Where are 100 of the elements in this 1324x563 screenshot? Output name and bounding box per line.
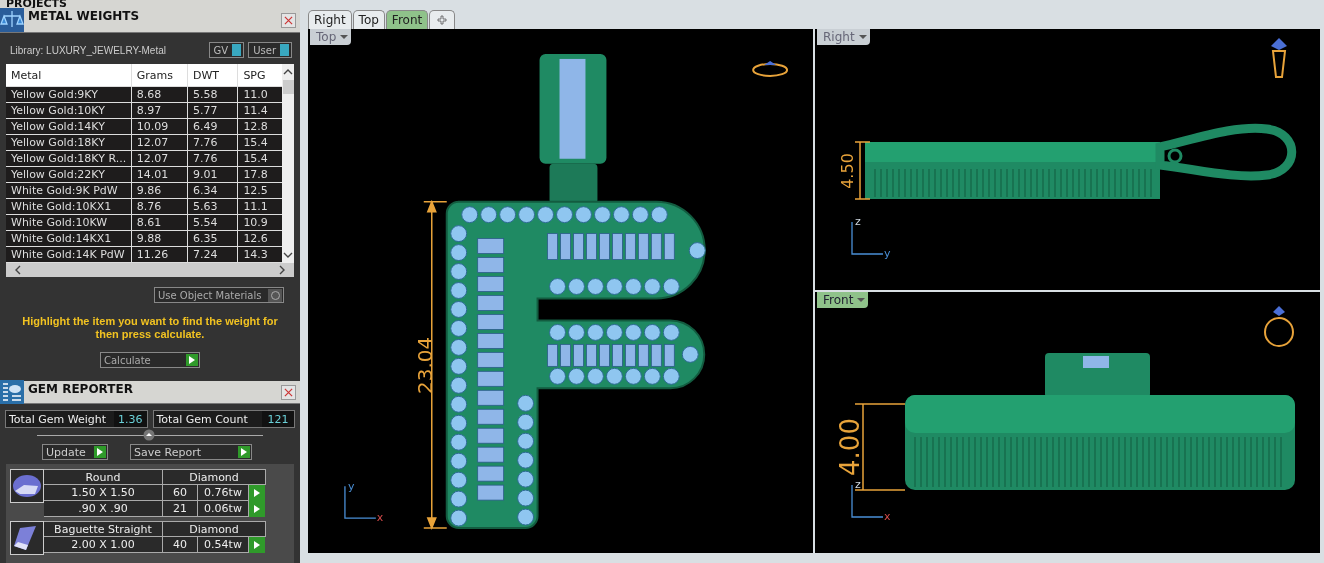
field-label: Total Gem Weight bbox=[9, 412, 106, 426]
axis-label: z bbox=[855, 215, 861, 228]
table-cell: 6.35 bbox=[187, 231, 239, 246]
scroll-up-icon[interactable] bbox=[283, 68, 293, 76]
gem-size: .90 X .90 bbox=[44, 501, 163, 517]
round-gem-icon bbox=[12, 474, 42, 498]
gem-weight: 0.06tw bbox=[198, 501, 249, 517]
scrollbar-thumb[interactable] bbox=[282, 80, 294, 94]
scroll-down-icon[interactable] bbox=[283, 251, 293, 259]
table-row[interactable]: White Gold:9K PdW 9.86 6.34 12.5 bbox=[6, 183, 282, 199]
caret-icon bbox=[857, 297, 866, 303]
view-tab[interactable]: Top bbox=[352, 10, 385, 29]
viewport-menu[interactable]: Front bbox=[817, 292, 869, 308]
gem-count: 60 bbox=[163, 485, 198, 501]
gem-weight: 0.54tw bbox=[198, 537, 249, 553]
toggle-button[interactable]: GV bbox=[208, 42, 245, 58]
axis-icon bbox=[851, 221, 884, 255]
table-cell-text: 14.3 bbox=[242, 247, 269, 262]
axis-label: x bbox=[376, 511, 384, 525]
toggle-button[interactable]: User bbox=[248, 42, 292, 58]
collapse-icon[interactable] bbox=[143, 429, 155, 441]
table-cell: 5.77 bbox=[187, 103, 239, 118]
axis-label: y bbox=[347, 480, 355, 494]
column-header[interactable]: SPG bbox=[238, 64, 282, 86]
scroll-right-icon[interactable] bbox=[278, 265, 286, 275]
table-cell: Yellow Gold:14KY bbox=[6, 119, 132, 134]
field-value: 1.36 bbox=[114, 411, 147, 427]
table-cell: 5.63 bbox=[187, 199, 239, 214]
dimension-line bbox=[854, 141, 871, 200]
table-row[interactable]: Yellow Gold:18KY R... 12.07 7.76 15.4 bbox=[6, 151, 282, 167]
vertical-scrollbar[interactable] bbox=[282, 64, 294, 263]
scroll-left-icon[interactable] bbox=[14, 265, 22, 275]
table-row[interactable]: Yellow Gold:22KY 14.01 9.01 17.8 bbox=[6, 167, 282, 183]
calculate-button[interactable]: Calculate bbox=[100, 352, 200, 368]
report-button[interactable]: Update bbox=[42, 444, 108, 460]
table-cell: 12.07 bbox=[131, 135, 188, 150]
scale-icon bbox=[0, 8, 24, 32]
table-row[interactable]: Yellow Gold:9KY 8.68 5.58 11.0 bbox=[6, 87, 282, 103]
table-cell: White Gold:14KX1 bbox=[6, 231, 132, 246]
table-cell: 7.76 bbox=[187, 135, 239, 150]
table-row[interactable]: White Gold:10KW 8.61 5.54 10.9 bbox=[6, 215, 282, 231]
table-cell: 9.86 bbox=[131, 183, 188, 198]
table-cell: Yellow Gold:10KY bbox=[6, 103, 132, 118]
table-cell-text: 11.4 bbox=[242, 103, 269, 118]
gem-count: 40 bbox=[163, 537, 198, 553]
add-tab-button[interactable] bbox=[429, 10, 456, 29]
gem-shape: Baguette Straight bbox=[44, 521, 163, 537]
play-icon bbox=[241, 448, 247, 456]
gem-material: Diamond bbox=[163, 469, 266, 485]
select-gems-button[interactable] bbox=[249, 537, 265, 553]
viewport[interactable]: Right 4.50 z y bbox=[815, 29, 1320, 290]
table-cell-text: 17.8 bbox=[242, 167, 269, 182]
table-cell: 5.58 bbox=[187, 87, 239, 102]
select-gems-button[interactable] bbox=[249, 485, 265, 501]
table-cell: 5.54 bbox=[187, 215, 239, 230]
use-object-materials-checkbox[interactable]: Use Object Materials bbox=[154, 287, 284, 303]
viewport[interactable]: Front 4.00 z x bbox=[815, 292, 1320, 553]
pendant-icon bbox=[1271, 38, 1287, 78]
library-label: Library: LUXURY_JEWELRY-Metal bbox=[10, 44, 167, 56]
table-cell-text: 10.9 bbox=[242, 215, 269, 230]
report-icon bbox=[0, 380, 24, 404]
table-row[interactable]: Yellow Gold:10KY 8.97 5.77 11.4 bbox=[6, 103, 282, 119]
select-gems-button[interactable] bbox=[249, 501, 265, 517]
dimension-label: 4.50 bbox=[838, 153, 857, 189]
table-cell: 14.01 bbox=[131, 167, 188, 182]
table-row[interactable]: Yellow Gold:14KY 10.09 6.49 12.8 bbox=[6, 119, 282, 135]
gem-count: 21 bbox=[163, 501, 198, 517]
close-button[interactable] bbox=[281, 384, 296, 400]
table-cell: 6.34 bbox=[187, 183, 239, 198]
horizontal-scrollbar[interactable] bbox=[6, 263, 294, 277]
viewport-menu[interactable]: Right bbox=[817, 29, 870, 45]
table-cell-text: 12.5 bbox=[242, 183, 269, 198]
table-cell: Yellow Gold:18KY R... bbox=[6, 151, 132, 166]
axis-icon bbox=[851, 484, 884, 518]
play-icon bbox=[189, 356, 195, 364]
table-cell: 10.09 bbox=[131, 119, 188, 134]
table-cell: Yellow Gold:9KY bbox=[6, 87, 132, 102]
ring-icon bbox=[1264, 306, 1294, 347]
table-row[interactable]: White Gold:10KX1 8.76 5.63 11.1 bbox=[6, 199, 282, 215]
table-row[interactable]: Yellow Gold:18KY 12.07 7.76 15.4 bbox=[6, 135, 282, 151]
table-row[interactable]: White Gold:14K PdW 11.26 7.24 14.3 bbox=[6, 247, 282, 263]
axis-label: y bbox=[884, 247, 891, 260]
view-tab[interactable]: Right bbox=[308, 10, 352, 29]
viewport-menu[interactable]: Top bbox=[310, 29, 352, 45]
caret-icon bbox=[340, 34, 349, 40]
view-tab[interactable]: Front bbox=[385, 10, 429, 29]
field-label: Total Gem Count bbox=[156, 412, 248, 426]
table-cell-text: 11.1 bbox=[242, 199, 269, 214]
close-button[interactable] bbox=[281, 12, 296, 28]
column-header[interactable]: Grams bbox=[131, 64, 188, 86]
column-header[interactable]: DWT bbox=[187, 64, 239, 86]
report-button[interactable]: Save Report bbox=[130, 444, 252, 460]
caret-icon bbox=[858, 34, 867, 40]
gem-size: 1.50 X 1.50 bbox=[44, 485, 163, 501]
play-icon bbox=[254, 541, 260, 549]
axis-label: z bbox=[855, 478, 861, 491]
table-cell-text: 11.0 bbox=[242, 87, 269, 102]
column-header[interactable]: Metal bbox=[6, 64, 132, 86]
table-row[interactable]: White Gold:14KX1 9.88 6.35 12.6 bbox=[6, 231, 282, 247]
gem-size: 2.00 X 1.00 bbox=[44, 537, 163, 553]
